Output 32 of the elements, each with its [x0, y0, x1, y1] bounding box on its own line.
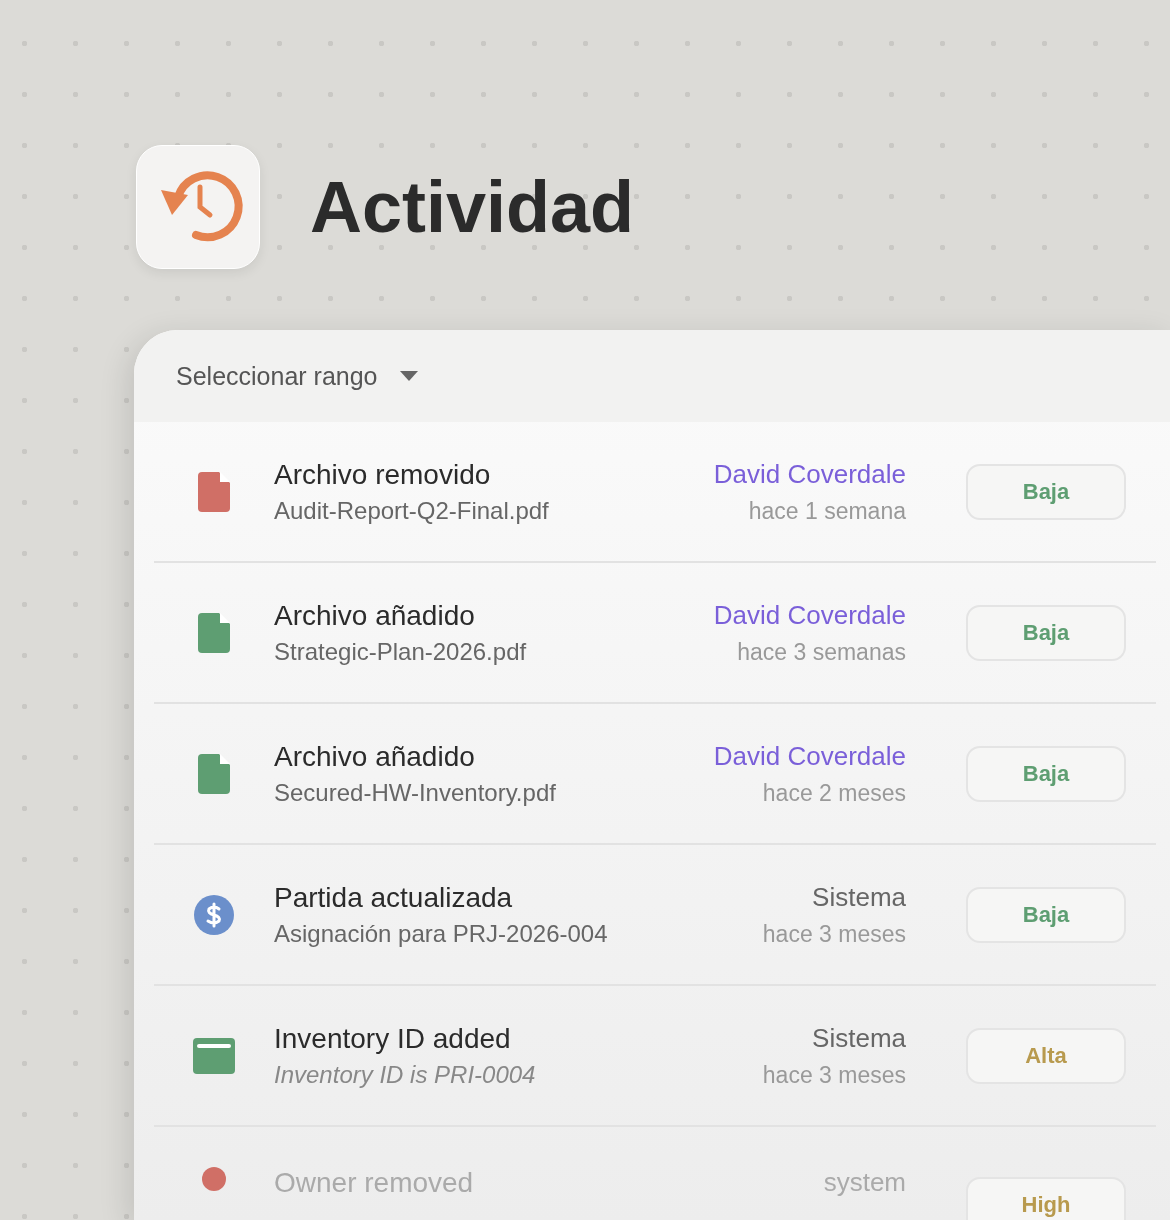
actor-name: system — [823, 1167, 906, 1198]
user-link[interactable]: David Coverdale — [713, 599, 906, 631]
activity-detail: Audit-Report-Q2-Final.pdf — [274, 496, 550, 525]
activity-detail: Secured-HW-Inventory.pdf — [274, 778, 557, 807]
activity-title: Owner removed — [274, 1167, 475, 1199]
timestamp: hace 3 semanas — [737, 638, 906, 666]
timestamp: hace 1 semana — [748, 497, 906, 525]
activity-title: Inventory ID added — [274, 1022, 512, 1055]
activity-title: Archivo añadido — [274, 599, 476, 632]
user-link[interactable]: David Coverdale — [713, 458, 906, 490]
activity-title: Partida actualizada — [274, 881, 514, 914]
actor-name: Sistema — [812, 1022, 906, 1054]
user-link[interactable]: David Coverdale — [713, 740, 906, 772]
activity-title: Archivo añadido — [274, 740, 476, 773]
activity-detail: Inventory ID is PRI-0004 — [274, 1060, 537, 1089]
timestamp: hace 2 meses — [762, 779, 906, 807]
activity-detail: Strategic-Plan-2026.pdf — [274, 637, 528, 666]
activity-title: Archivo removido — [274, 458, 492, 491]
priority-badge: Alta — [966, 1027, 1126, 1084]
priority-badge: Baja — [966, 463, 1126, 520]
priority-badge: Baja — [966, 745, 1126, 802]
priority-badge: Baja — [966, 604, 1126, 661]
caret-icon — [399, 371, 418, 381]
priority-badge: High — [966, 1177, 1126, 1220]
priority-badge: Baja — [966, 886, 1126, 943]
timestamp: hace 3 meses — [762, 920, 906, 948]
timestamp: hace 3 meses — [762, 1061, 906, 1089]
page-title: Actividad — [310, 166, 635, 248]
actor-name: Sistema — [812, 881, 906, 913]
activity-detail: Asignación para PRJ-2026-004 — [274, 919, 609, 948]
range-dropdown[interactable]: Seleccionar rango — [176, 361, 418, 391]
history-app-icon — [136, 145, 260, 269]
